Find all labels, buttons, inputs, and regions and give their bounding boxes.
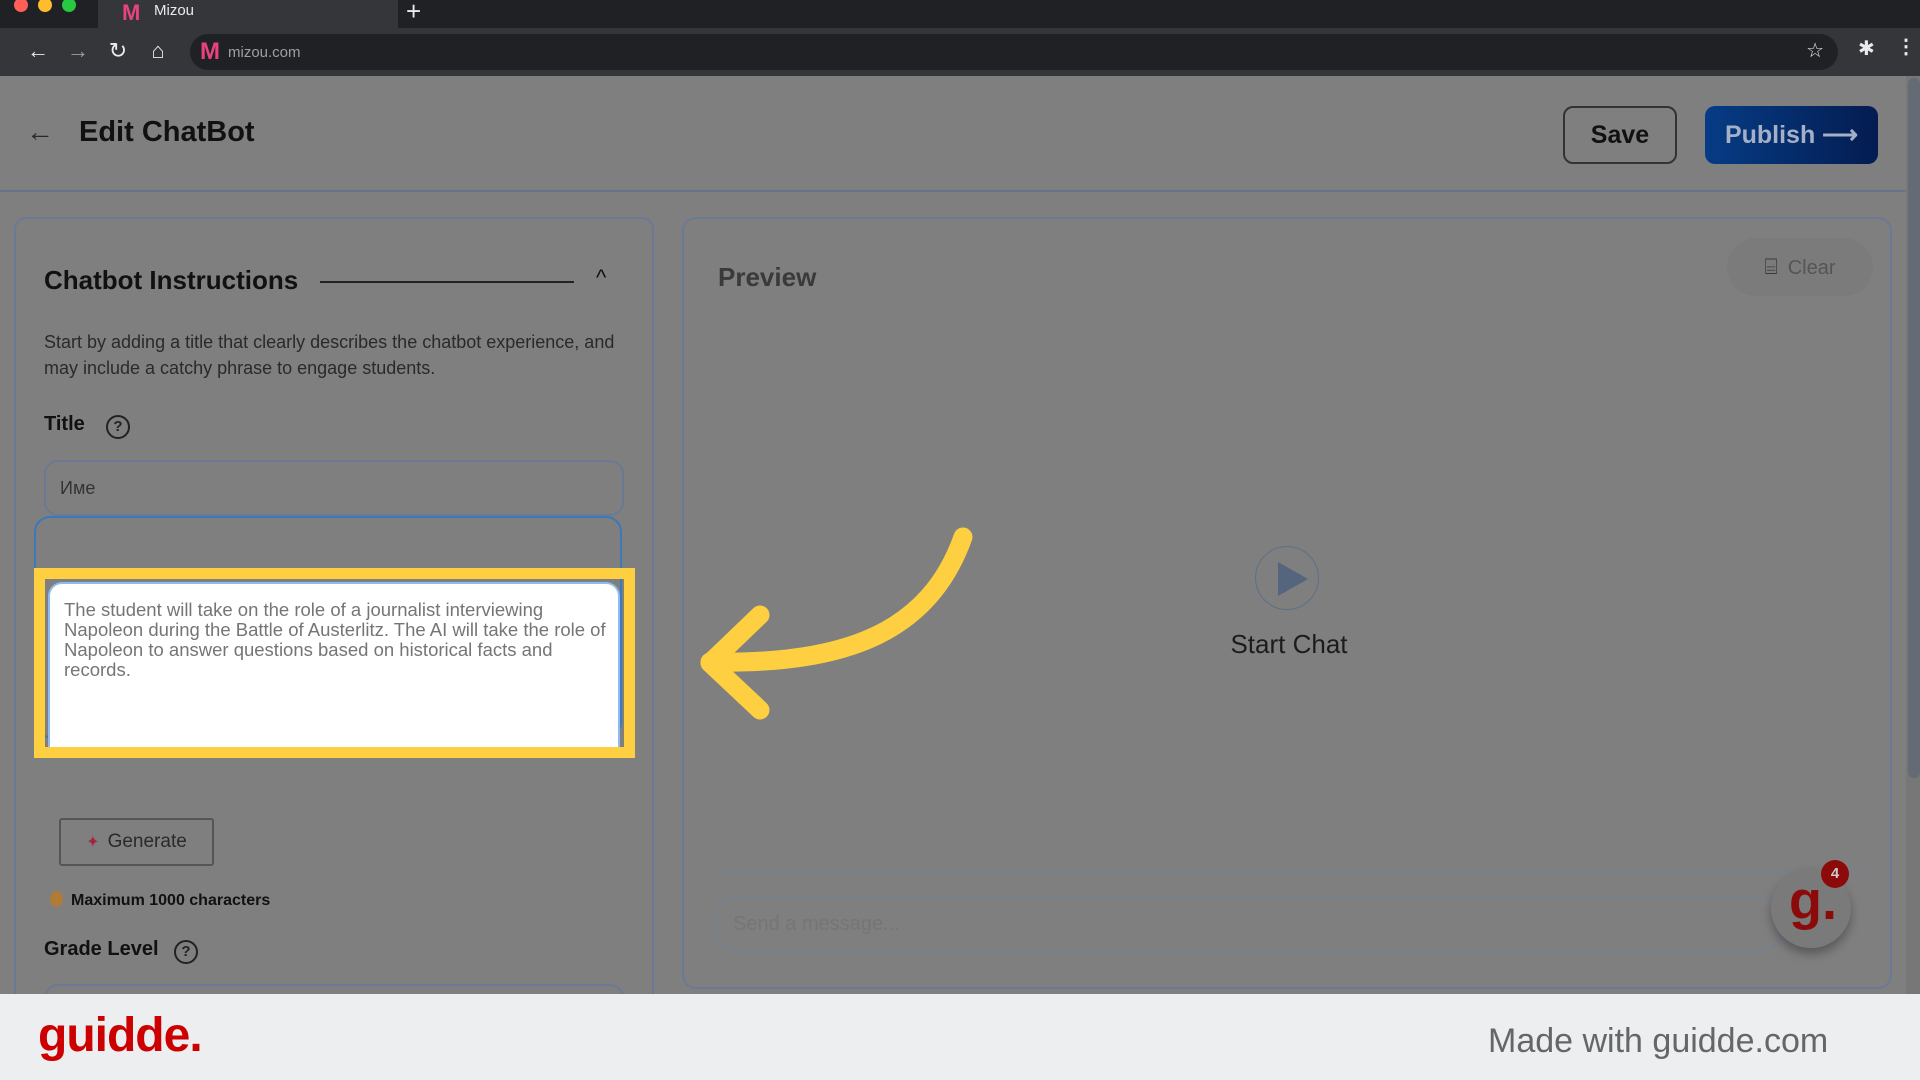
forward-icon[interactable]: → (64, 38, 92, 64)
generate-button[interactable]: ✦ Generate (59, 818, 214, 866)
site-favicon-icon: M (200, 38, 220, 65)
section-divider (320, 281, 574, 283)
grade-level-help-icon[interactable]: ? (174, 940, 198, 964)
mizou-logo-icon: M (122, 0, 141, 25)
browser-tab-bar: M Mizou + (0, 0, 1920, 28)
guidde-widget-button[interactable]: g. 4 (1771, 860, 1851, 948)
guidde-logo: guidde. (38, 1009, 203, 1062)
broom-icon: ⌸ (1764, 254, 1778, 279)
highlight-box (34, 568, 635, 758)
grade-level-label: Grade Level (44, 938, 159, 960)
back-icon[interactable]: ← (24, 38, 52, 64)
title-help-icon[interactable]: ? (106, 415, 130, 439)
page-header: ← Edit ChatBot Save Publish ⟶ (0, 76, 1906, 192)
browser-tab[interactable]: M Mizou (98, 0, 398, 28)
play-icon (1278, 562, 1308, 596)
title-label: Title (44, 413, 85, 435)
title-input[interactable] (44, 460, 624, 516)
section-description: Start by adding a title that clearly des… (44, 332, 615, 378)
notification-badge: 4 (1821, 860, 1849, 888)
clear-button[interactable]: ⌸ Clear (1727, 238, 1873, 296)
browser-nav-bar: ← → ↻ ⌂ M mizou.com ☆ ✱ ⋮ (0, 28, 1920, 76)
browser-menu-icon[interactable]: ⋮ (1896, 34, 1916, 59)
max-characters-note: Maximum 1000 characters (50, 891, 270, 910)
new-tab-button[interactable]: + (406, 0, 421, 27)
chevron-up-icon[interactable]: ^ (596, 265, 606, 291)
save-button[interactable]: Save (1563, 106, 1677, 164)
address-bar[interactable]: M mizou.com ☆ (190, 34, 1838, 70)
home-icon[interactable]: ⌂ (144, 38, 172, 64)
start-chat-play-button[interactable] (1255, 546, 1319, 610)
reload-icon[interactable]: ↻ (104, 38, 132, 64)
tab-title: Mizou (154, 2, 195, 19)
annotation-arrow-icon (700, 527, 973, 720)
minimize-window-button[interactable] (38, 0, 52, 12)
info-icon (50, 891, 63, 907)
scrollbar-thumb[interactable] (1908, 78, 1920, 778)
screen: M Mizou + ← → ↻ ⌂ M mizou.com ☆ ✱ ⋮ ← Ed… (0, 0, 1920, 1080)
message-input[interactable] (714, 897, 1784, 951)
start-chat-label[interactable]: Start Chat (1184, 629, 1394, 660)
close-window-button[interactable] (14, 0, 28, 12)
guidde-footer: guidde. Made with guidde.com (0, 994, 1920, 1080)
section-title: Chatbot Instructions (44, 265, 299, 295)
clear-label: Clear (1787, 257, 1836, 279)
page-title: Edit ChatBot (79, 116, 255, 148)
bookmark-star-icon[interactable]: ☆ (1806, 38, 1824, 63)
extensions-puzzle-icon[interactable]: ✱ (1858, 36, 1875, 61)
page-scrollbar[interactable] (1906, 76, 1920, 994)
publish-button[interactable]: Publish ⟶ (1705, 106, 1878, 164)
footer-credit: Made with guidde.com (1488, 1022, 1829, 1060)
max-characters-text: Maximum 1000 characters (71, 892, 271, 909)
chat-divider (714, 870, 1864, 871)
url-text: mizou.com (228, 44, 301, 61)
generate-label: Generate (107, 831, 187, 852)
back-arrow-icon[interactable]: ← (26, 116, 54, 148)
sparkle-icon: ✦ (86, 834, 100, 851)
maximize-window-button[interactable] (62, 0, 76, 12)
preview-title: Preview (718, 262, 817, 292)
